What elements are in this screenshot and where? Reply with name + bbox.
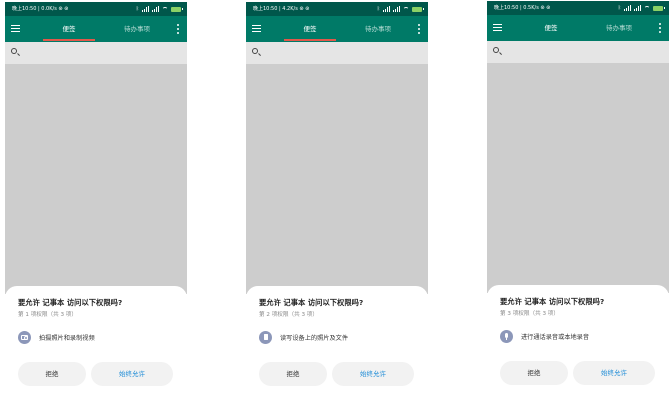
- dialog-step-text: 第 1 项权限（共 3 项）: [18, 312, 77, 318]
- app-bar: 便签 待办事项: [246, 16, 428, 42]
- battery-icon: [412, 6, 424, 12]
- tab-indicator: [284, 39, 336, 41]
- search-icon: [493, 47, 499, 53]
- deny-button[interactable]: 拒绝: [18, 362, 86, 386]
- status-icons: ᛒ: [376, 6, 424, 12]
- signal-icon-2: [634, 5, 642, 11]
- phone-screen-3: 晚上10:50 | 0.5K/s ⊛ ⊛ ᛒ 便签 待办事项 要允许 记事本 访…: [487, 1, 669, 401]
- bluetooth-icon: ᛒ: [135, 6, 139, 12]
- always-allow-button[interactable]: 始终允许: [91, 362, 173, 386]
- tab-todo[interactable]: 待办事项: [348, 16, 408, 42]
- microphone-icon: [500, 329, 513, 343]
- phone-screen-1: 晚上10:50 | 0.0K/s ⊛ ⊛ ᛒ 便签 待办事项 要允许 记事本 访…: [5, 2, 187, 402]
- dialog-step-text: 第 3 项权限（共 3 项）: [500, 311, 559, 317]
- permission-label: 读写设备上的照片及文件: [280, 334, 349, 342]
- camera-icon: [18, 330, 31, 344]
- tab-todo[interactable]: 待办事项: [107, 16, 167, 42]
- dialog-title: 要允许 记事本 访问以下权限吗?: [18, 298, 123, 307]
- status-bar: 晚上10:50 | 0.5K/s ⊛ ⊛ ᛒ: [487, 1, 669, 15]
- always-allow-button[interactable]: 始终允许: [573, 361, 655, 385]
- permission-row: 读写设备上的照片及文件: [259, 330, 348, 344]
- search-icon: [252, 48, 258, 54]
- permission-label: 进行通话录音或本地录音: [521, 333, 590, 341]
- bluetooth-icon: ᛒ: [376, 6, 380, 12]
- signal-icon: [142, 6, 150, 12]
- more-options-icon[interactable]: [659, 23, 661, 33]
- more-options-icon[interactable]: [418, 24, 420, 34]
- status-bar: 晚上10:50 | 0.0K/s ⊛ ⊛ ᛒ: [5, 2, 187, 16]
- permission-dialog: 要允许 记事本 访问以下权限吗? 第 2 项权限（共 3 项） 读写设备上的照片…: [246, 286, 428, 402]
- battery-icon: [171, 6, 183, 12]
- search-bar[interactable]: [246, 42, 428, 64]
- notes-list-dimmed: [487, 63, 669, 293]
- search-icon: [11, 48, 17, 54]
- dialog-title: 要允许 记事本 访问以下权限吗?: [500, 297, 605, 306]
- battery-icon: [653, 5, 665, 11]
- dialog-step-text: 第 2 项权限（共 3 项）: [259, 312, 318, 318]
- deny-button[interactable]: 拒绝: [500, 361, 568, 385]
- permission-label: 拍摄照片和录制视频: [39, 334, 95, 342]
- search-bar[interactable]: [5, 42, 187, 64]
- app-bar: 便签 待办事项: [5, 16, 187, 42]
- tab-todo[interactable]: 待办事项: [589, 15, 649, 41]
- phone-screen-2: 晚上10:50 | 4.2K/s ⊛ ⊛ ᛒ 便签 待办事项 要允许 记事本 访…: [246, 2, 428, 402]
- tab-notes[interactable]: 便签: [521, 15, 581, 41]
- menu-icon[interactable]: [493, 24, 502, 31]
- dialog-title: 要允许 记事本 访问以下权限吗?: [259, 298, 364, 307]
- permission-row: 拍摄照片和录制视频: [18, 330, 95, 344]
- wifi-icon: [644, 5, 650, 11]
- permission-dialog: 要允许 记事本 访问以下权限吗? 第 3 项权限（共 3 项） 进行通话录音或本…: [487, 285, 669, 401]
- wifi-icon: [162, 6, 168, 12]
- deny-button[interactable]: 拒绝: [259, 362, 327, 386]
- status-text: 晚上10:50 | 0.0K/s ⊛ ⊛: [12, 6, 69, 12]
- always-allow-button[interactable]: 始终允许: [332, 362, 414, 386]
- search-bar[interactable]: [487, 41, 669, 63]
- status-bar: 晚上10:50 | 4.2K/s ⊛ ⊛ ᛒ: [246, 2, 428, 16]
- status-icons: ᛒ: [617, 5, 665, 11]
- signal-icon: [383, 6, 391, 12]
- notes-list-dimmed: [246, 64, 428, 294]
- status-icons: ᛒ: [135, 6, 183, 12]
- menu-icon[interactable]: [252, 25, 261, 32]
- tab-indicator: [43, 39, 95, 41]
- notes-list-dimmed: [5, 64, 187, 294]
- status-text: 晚上10:50 | 4.2K/s ⊛ ⊛: [253, 6, 310, 12]
- status-text: 晚上10:50 | 0.5K/s ⊛ ⊛: [494, 5, 551, 11]
- menu-icon[interactable]: [11, 25, 20, 32]
- permission-row: 进行通话录音或本地录音: [500, 329, 589, 343]
- app-bar: 便签 待办事项: [487, 15, 669, 41]
- bluetooth-icon: ᛒ: [617, 5, 621, 11]
- file-icon: [259, 330, 272, 344]
- signal-icon-2: [393, 6, 401, 12]
- more-options-icon[interactable]: [177, 24, 179, 34]
- wifi-icon: [403, 6, 409, 12]
- permission-dialog: 要允许 记事本 访问以下权限吗? 第 1 项权限（共 3 项） 拍摄照片和录制视…: [5, 286, 187, 402]
- signal-icon-2: [152, 6, 160, 12]
- signal-icon: [624, 5, 632, 11]
